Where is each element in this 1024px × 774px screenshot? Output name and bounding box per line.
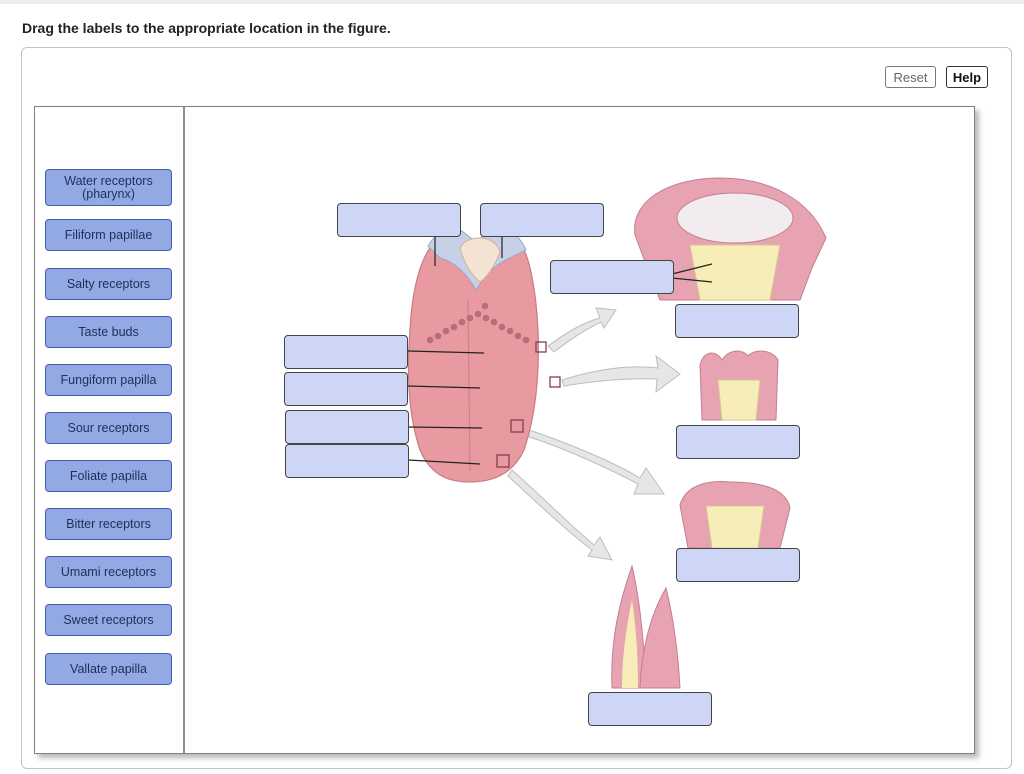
drop-target-top-left[interactable] (337, 203, 461, 237)
filiform-papillae-section (611, 564, 681, 689)
label-fungiform-papilla[interactable]: Fungiform papilla (45, 364, 172, 396)
fungiform-papilla-section (679, 481, 791, 549)
foliate-papilla-section (699, 350, 779, 421)
drop-target-tongue-1[interactable] (284, 335, 408, 369)
label-water-receptors[interactable]: Water receptors (pharynx) (45, 169, 172, 206)
label-foliate-papilla[interactable]: Foliate papilla (45, 460, 172, 492)
drop-target-foliate[interactable] (676, 425, 800, 459)
arrow-to-filiform (507, 469, 613, 561)
label-vallate-papilla[interactable]: Vallate papilla (45, 653, 172, 685)
label-filiform-papillae[interactable]: Filiform papillae (45, 219, 172, 251)
tongue-illustration (407, 225, 561, 483)
label-taste-buds[interactable]: Taste buds (45, 316, 172, 348)
drop-target-tongue-3[interactable] (285, 410, 409, 444)
drop-target-fungiform[interactable] (676, 548, 800, 582)
drop-target-vallate[interactable] (675, 304, 799, 338)
label-salty-receptors[interactable]: Salty receptors (45, 268, 172, 300)
label-umami-receptors[interactable]: Umami receptors (45, 556, 172, 588)
drop-target-tongue-2[interactable] (284, 372, 408, 406)
drop-target-taste-bud[interactable] (550, 260, 674, 294)
drop-target-tongue-4[interactable] (285, 444, 409, 478)
arrow-to-vallate (547, 307, 617, 353)
label-bitter-receptors[interactable]: Bitter receptors (45, 508, 172, 540)
drop-target-top-right[interactable] (480, 203, 604, 237)
arrow-to-foliate (561, 354, 681, 394)
label-sweet-receptors[interactable]: Sweet receptors (45, 604, 172, 636)
drop-target-filiform[interactable] (588, 692, 712, 726)
arrow-to-fungiform (519, 427, 665, 495)
label-sour-receptors[interactable]: Sour receptors (45, 412, 172, 444)
